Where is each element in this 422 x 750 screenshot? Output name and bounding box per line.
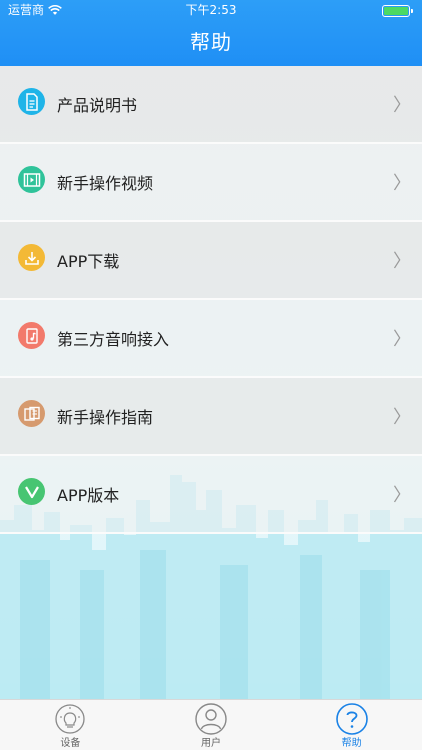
document-icon xyxy=(18,88,45,115)
lightbulb-icon xyxy=(55,704,85,734)
menu-item-tutorial-video[interactable]: 新手操作视频 〉 xyxy=(0,144,422,222)
menu-item-product-manual[interactable]: 产品说明书 〉 xyxy=(0,66,422,144)
menu-item-label: APP版本 xyxy=(57,486,120,505)
menu-item-label: APP下载 xyxy=(57,252,120,271)
video-film-icon xyxy=(18,166,45,193)
chevron-right-icon: 〉 xyxy=(393,95,411,116)
help-menu-list: 产品说明书 〉 新手操作视频 〉 APP下载 〉 第三方音响接入 〉 新手操作指… xyxy=(0,66,422,534)
chevron-right-icon: 〉 xyxy=(393,173,411,194)
menu-item-beginner-guide[interactable]: 新手操作指南 〉 xyxy=(0,378,422,456)
version-v-icon xyxy=(18,478,45,505)
download-icon xyxy=(18,244,45,271)
chevron-right-icon: 〉 xyxy=(393,485,411,506)
tab-label: 帮助 xyxy=(341,738,362,749)
menu-item-label: 新手操作视频 xyxy=(57,174,154,193)
status-bar: 运营商 下午2:53 xyxy=(0,0,422,20)
menu-item-label: 新手操作指南 xyxy=(57,408,154,427)
bottom-tab-bar: 设备 用户 帮助 xyxy=(0,699,422,750)
tab-help[interactable]: 帮助 xyxy=(281,700,422,750)
menu-item-label: 产品说明书 xyxy=(57,96,138,115)
menu-item-app-version[interactable]: APP版本 〉 xyxy=(0,456,422,534)
chevron-right-icon: 〉 xyxy=(393,407,411,428)
header-bar: 运营商 下午2:53 帮助 xyxy=(0,0,422,66)
music-file-icon xyxy=(18,322,45,349)
status-time: 下午2:53 xyxy=(185,3,237,17)
tab-user[interactable]: 用户 xyxy=(141,700,282,750)
menu-item-third-party-speaker[interactable]: 第三方音响接入 〉 xyxy=(0,300,422,378)
tab-devices[interactable]: 设备 xyxy=(0,700,141,750)
menu-item-app-download[interactable]: APP下载 〉 xyxy=(0,222,422,300)
chevron-right-icon: 〉 xyxy=(393,251,411,272)
user-icon xyxy=(195,703,227,735)
menu-item-label: 第三方音响接入 xyxy=(57,330,170,349)
tab-label: 设备 xyxy=(60,738,81,749)
tab-label: 用户 xyxy=(201,738,221,749)
help-question-icon xyxy=(335,703,368,735)
chevron-right-icon: 〉 xyxy=(393,329,411,350)
battery-icon xyxy=(382,5,413,17)
guide-book-icon xyxy=(18,400,45,427)
page-title: 帮助 xyxy=(190,30,232,54)
